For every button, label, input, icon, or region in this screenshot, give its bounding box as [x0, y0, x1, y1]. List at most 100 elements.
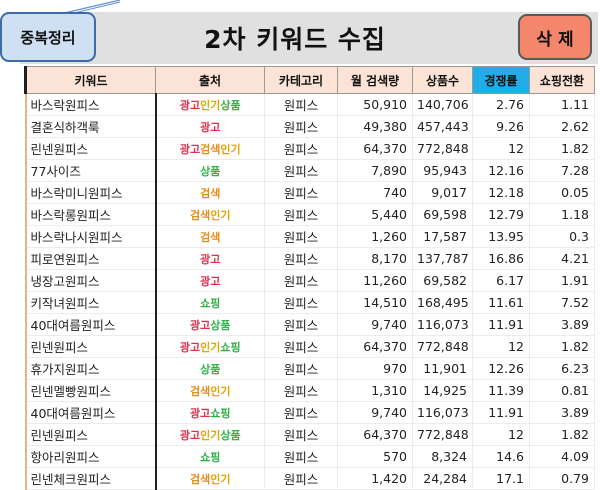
source-cell[interactable]: 광고상품	[155, 313, 265, 336]
competition-cell[interactable]: 2.76	[472, 93, 530, 116]
monthly-search-cell[interactable]: 1,310	[337, 379, 413, 402]
products-cell[interactable]: 95,943	[412, 159, 473, 182]
competition-cell[interactable]: 14.6	[472, 445, 530, 468]
category-cell[interactable]: 원피스	[264, 423, 338, 446]
category-cell[interactable]: 원피스	[264, 357, 338, 380]
competition-cell[interactable]: 11.61	[472, 291, 530, 314]
table-row[interactable]: 바스락미니원피스 검색 원피스 740 9,017 12.18 0.05	[24, 181, 595, 204]
products-cell[interactable]: 772,848	[412, 335, 473, 358]
category-cell[interactable]: 원피스	[264, 335, 338, 358]
conversion-cell[interactable]: 7.52	[529, 291, 595, 314]
conversion-cell[interactable]: 6.23	[529, 357, 595, 380]
monthly-search-cell[interactable]: 7,890	[337, 159, 413, 182]
source-cell[interactable]: 쇼핑	[155, 445, 265, 468]
keyword-cell[interactable]: 휴가지원피스	[24, 357, 157, 380]
category-cell[interactable]: 원피스	[264, 181, 338, 204]
monthly-search-cell[interactable]: 14,510	[337, 291, 413, 314]
column-header-conversion[interactable]: 쇼핑전환	[529, 66, 595, 94]
conversion-cell[interactable]: 3.89	[529, 401, 595, 424]
conversion-cell[interactable]: 7.28	[529, 159, 595, 182]
column-header-competition[interactable]: 경쟁률	[472, 66, 530, 94]
table-row[interactable]: 77사이즈 상품 원피스 7,890 95,943 12.16 7.28	[24, 159, 595, 182]
source-cell[interactable]: 광고인기쇼핑	[155, 335, 265, 358]
monthly-search-cell[interactable]: 64,370	[337, 423, 413, 446]
monthly-search-cell[interactable]: 11,260	[337, 269, 413, 292]
conversion-cell[interactable]: 3.89	[529, 313, 595, 336]
competition-cell[interactable]: 11.39	[472, 379, 530, 402]
products-cell[interactable]: 772,848	[412, 423, 473, 446]
conversion-cell[interactable]: 0.05	[529, 181, 595, 204]
keyword-cell[interactable]: 결혼식하객룩	[24, 115, 157, 138]
source-cell[interactable]: 상품	[155, 159, 265, 182]
source-cell[interactable]: 쇼핑	[155, 291, 265, 314]
source-cell[interactable]: 광고인기상품	[155, 93, 265, 116]
products-cell[interactable]: 11,901	[412, 357, 473, 380]
source-cell[interactable]: 광고	[155, 115, 265, 138]
monthly-search-cell[interactable]: 9,740	[337, 313, 413, 336]
competition-cell[interactable]: 13.95	[472, 225, 530, 248]
table-row[interactable]: 결혼식하객룩 광고 원피스 49,380 457,443 9.26 2.62	[24, 115, 595, 138]
products-cell[interactable]: 457,443	[412, 115, 473, 138]
dedupe-button[interactable]: 중복정리	[0, 12, 96, 62]
column-header-keyword[interactable]: 키워드	[24, 66, 156, 94]
source-cell[interactable]: 검색	[155, 225, 265, 248]
monthly-search-cell[interactable]: 64,370	[337, 335, 413, 358]
monthly-search-cell[interactable]: 570	[337, 445, 413, 468]
competition-cell[interactable]: 12	[472, 335, 530, 358]
table-row[interactable]: 바스락롱원피스 검색인기 원피스 5,440 69,598 12.79 1.18	[24, 203, 595, 226]
source-cell[interactable]: 광고인기상품	[155, 423, 265, 446]
monthly-search-cell[interactable]: 9,740	[337, 401, 413, 424]
table-row[interactable]: 린넨원피스 광고검색인기 원피스 64,370 772,848 12 1.82	[24, 137, 595, 160]
products-cell[interactable]: 14,925	[412, 379, 473, 402]
column-header-products[interactable]: 상품수	[412, 66, 473, 94]
products-cell[interactable]: 69,598	[412, 203, 473, 226]
products-cell[interactable]: 24,284	[412, 467, 473, 490]
category-cell[interactable]: 원피스	[264, 159, 338, 182]
source-cell[interactable]: 검색	[155, 181, 265, 204]
category-cell[interactable]: 원피스	[264, 203, 338, 226]
conversion-cell[interactable]: 1.82	[529, 137, 595, 160]
category-cell[interactable]: 원피스	[264, 467, 338, 490]
table-row[interactable]: 냉장고원피스 광고 원피스 11,260 69,582 6.17 1.91	[24, 269, 595, 292]
source-cell[interactable]: 광고	[155, 247, 265, 270]
monthly-search-cell[interactable]: 970	[337, 357, 413, 380]
conversion-cell[interactable]: 1.91	[529, 269, 595, 292]
category-cell[interactable]: 원피스	[264, 247, 338, 270]
products-cell[interactable]: 8,324	[412, 445, 473, 468]
category-cell[interactable]: 원피스	[264, 225, 338, 248]
table-row[interactable]: 40대여름원피스 광고상품 원피스 9,740 116,073 11.91 3.89	[24, 313, 595, 336]
source-cell[interactable]: 상품	[155, 357, 265, 380]
keyword-cell[interactable]: 40대여름원피스	[24, 313, 157, 336]
products-cell[interactable]: 137,787	[412, 247, 473, 270]
monthly-search-cell[interactable]: 49,380	[337, 115, 413, 138]
keyword-cell[interactable]: 린넨원피스	[24, 423, 157, 446]
column-header-category[interactable]: 카테고리	[264, 66, 338, 94]
competition-cell[interactable]: 16.86	[472, 247, 530, 270]
category-cell[interactable]: 원피스	[264, 269, 338, 292]
products-cell[interactable]: 168,495	[412, 291, 473, 314]
conversion-cell[interactable]: 1.18	[529, 203, 595, 226]
monthly-search-cell[interactable]: 740	[337, 181, 413, 204]
keyword-cell[interactable]: 린넨체크원피스	[24, 467, 157, 490]
conversion-cell[interactable]: 0.81	[529, 379, 595, 402]
competition-cell[interactable]: 17.1	[472, 467, 530, 490]
competition-cell[interactable]: 11.91	[472, 401, 530, 424]
table-row[interactable]: 키작녀원피스 쇼핑 원피스 14,510 168,495 11.61 7.52	[24, 291, 595, 314]
products-cell[interactable]: 116,073	[412, 401, 473, 424]
category-cell[interactable]: 원피스	[264, 445, 338, 468]
competition-cell[interactable]: 11.91	[472, 313, 530, 336]
source-cell[interactable]: 검색인기	[155, 379, 265, 402]
conversion-cell[interactable]: 4.09	[529, 445, 595, 468]
conversion-cell[interactable]: 1.82	[529, 335, 595, 358]
products-cell[interactable]: 9,017	[412, 181, 473, 204]
products-cell[interactable]: 69,582	[412, 269, 473, 292]
keyword-cell[interactable]: 냉장고원피스	[24, 269, 157, 292]
table-row[interactable]: 40대여름원피스 광고쇼핑 원피스 9,740 116,073 11.91 3.89	[24, 401, 595, 424]
keyword-cell[interactable]: 키작녀원피스	[24, 291, 157, 314]
products-cell[interactable]: 17,587	[412, 225, 473, 248]
table-row[interactable]: 린넨원피스 광고인기상품 원피스 64,370 772,848 12 1.82	[24, 423, 595, 446]
monthly-search-cell[interactable]: 8,170	[337, 247, 413, 270]
category-cell[interactable]: 원피스	[264, 93, 338, 116]
keyword-cell[interactable]: 77사이즈	[24, 159, 157, 182]
keyword-cell[interactable]: 린넨멜빵원피스	[24, 379, 157, 402]
